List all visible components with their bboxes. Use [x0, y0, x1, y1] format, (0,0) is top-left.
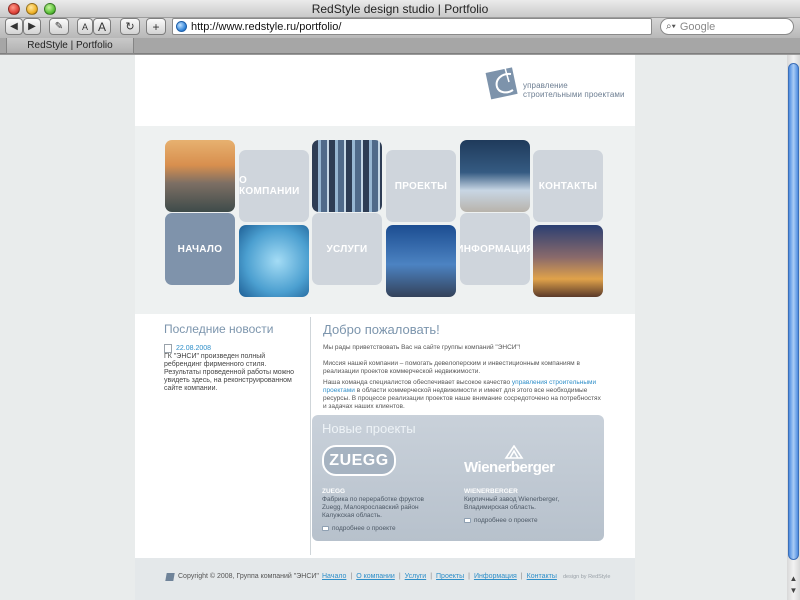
- zuegg-desc-line-2: Zuegg, Малоярославский район: [322, 504, 419, 511]
- address-bar[interactable]: http://www.redstyle.ru/portfolio/: [172, 18, 652, 35]
- scroll-up-icon[interactable]: ▲: [788, 573, 799, 584]
- footer-link-info[interactable]: Информация: [474, 573, 517, 580]
- new-projects-heading: Новые проекты: [322, 421, 416, 436]
- text-big-icon: A: [97, 19, 106, 34]
- nav-tile-services[interactable]: УСЛУГИ: [312, 213, 382, 285]
- wienerberger-desc-line-1: Кирпичный завод Wienerberger,: [464, 496, 560, 503]
- welcome-paragraph-2: Миссия нашей компании – помогать девелоп…: [323, 360, 580, 375]
- browser-toolbar: ◀ ▶ ✎ A A ↻ + http://www.redstyle.ru/por…: [0, 18, 800, 38]
- wienerberger-details-link[interactable]: подробнее о проекте: [464, 517, 538, 524]
- reload-icon: ↻: [125, 21, 135, 33]
- footer-link-projects[interactable]: Проекты: [436, 573, 464, 580]
- wienerberger-emblem-icon: [504, 445, 524, 459]
- tab-bar: RedStyle | Portfolio: [0, 38, 800, 54]
- zuegg-desc-line-3: Калужская область.: [322, 512, 382, 519]
- nav-tile-about[interactable]: О КОМПАНИИ: [239, 150, 309, 222]
- back-icon: ◀: [10, 21, 18, 32]
- nav-tile-projects[interactable]: ПРОЕКТЫ: [386, 150, 456, 222]
- forward-icon: ▶: [28, 21, 36, 32]
- project-desc-wienerberger: Кирпичный завод Wienerberger, Владимирск…: [464, 496, 559, 512]
- site-footer: Copyright © 2008, Группа компаний "ЭНСИ"…: [135, 558, 635, 600]
- news-heading: Последние новости: [164, 322, 274, 336]
- footer-logo-icon: [165, 573, 175, 581]
- column-divider: [310, 317, 311, 555]
- document-icon: [164, 344, 172, 353]
- photo-tile-sunset-city: [165, 140, 235, 212]
- arrow-link-icon: [464, 518, 471, 523]
- zuegg-desc-line-1: Фабрика по переработке фруктов: [322, 496, 425, 503]
- text-bigger-button[interactable]: A: [93, 18, 111, 35]
- search-placeholder: Google: [679, 20, 716, 33]
- footer-separator: |: [398, 573, 401, 580]
- zuegg-details-label: подробнее о проекте: [332, 525, 396, 532]
- search-field[interactable]: ⌕▾ Google: [660, 18, 794, 35]
- globe-icon: [176, 21, 187, 32]
- project-name-wienerberger[interactable]: WIENERBERGER: [464, 488, 518, 495]
- photo-tile-night-city: [533, 225, 603, 297]
- search-icon: ⌕▾: [666, 21, 676, 32]
- photo-tile-airplane: [460, 140, 530, 212]
- reload-button[interactable]: ↻: [120, 18, 140, 35]
- welcome-paragraph-3: Наша команда специалистов обеспечивает в…: [323, 379, 605, 411]
- footer-separator: |: [520, 573, 523, 580]
- design-credit[interactable]: design by RedStyle: [563, 574, 610, 580]
- nav-tile-home[interactable]: НАЧАЛО: [165, 213, 235, 285]
- nav-tile-grid: О КОМПАНИИ ПРОЕКТЫ КОНТАКТЫ НАЧАЛО УСЛУГ…: [135, 126, 635, 314]
- footer-link-about[interactable]: О компании: [356, 573, 395, 580]
- logo-line-2: строительными проектами: [523, 90, 625, 99]
- wienerberger-logo-text: Wienerberger: [464, 459, 555, 476]
- forward-button[interactable]: ▶: [23, 18, 41, 35]
- footer-separator: |: [430, 573, 433, 580]
- photo-tile-blueprint: [239, 225, 309, 297]
- footer-link-services[interactable]: Услуги: [405, 573, 427, 580]
- news-date[interactable]: 22.08.2008: [176, 345, 211, 352]
- scrollbar-thumb[interactable]: [788, 63, 799, 560]
- project-name-zuegg[interactable]: ZUEGG: [322, 488, 345, 495]
- window-titlebar: RedStyle design studio | Portfolio: [0, 0, 800, 18]
- footer-link-contacts[interactable]: Контакты: [527, 573, 557, 580]
- logo-line-1: управление: [523, 81, 568, 90]
- footer-link-home[interactable]: Начало: [322, 573, 346, 580]
- company-logo-icon[interactable]: [485, 65, 521, 101]
- welcome-heading: Добро пожаловать!: [323, 322, 440, 337]
- page-viewport: управление строительными проектами О КОМ…: [0, 55, 787, 600]
- wienerberger-details-label: подробнее о проекте: [474, 517, 538, 524]
- site-page: управление строительными проектами О КОМ…: [135, 55, 635, 600]
- wienerberger-desc-line-2: Владимирская область.: [464, 504, 536, 511]
- welcome-p3-before: Наша команда специалистов обеспечивает в…: [323, 379, 512, 386]
- welcome-p3-after: в области коммерческой недвижимости и им…: [323, 387, 601, 410]
- copyright-text: Copyright © 2008, Группа компаний "ЭНСИ": [178, 573, 319, 580]
- zuegg-details-link[interactable]: подробнее о проекте: [322, 525, 396, 532]
- project-desc-zuegg: Фабрика по переработке фруктов Zuegg, Ма…: [322, 496, 424, 520]
- zuegg-logo[interactable]: ZUEGG: [322, 445, 396, 476]
- url-text: http://www.redstyle.ru/portfolio/: [191, 20, 342, 33]
- news-text: ГК "ЭНСИ" произведен полный ребрендинг ф…: [164, 353, 295, 392]
- footer-separator: |: [350, 573, 353, 580]
- photo-tile-skyscrapers: [386, 225, 456, 297]
- welcome-paragraph-1: Мы рады приветствовать Вас на сайте груп…: [323, 344, 521, 351]
- pencil-icon: ✎: [54, 21, 64, 32]
- tab-portfolio[interactable]: RedStyle | Portfolio: [6, 38, 134, 54]
- photo-tile-glass-building: [312, 140, 382, 212]
- plus-icon: +: [152, 19, 160, 34]
- new-projects-panel: Новые проекты ZUEGG ZUEGG Фабрика по пер…: [312, 415, 604, 541]
- add-bookmark-button[interactable]: +: [146, 18, 166, 35]
- back-button[interactable]: ◀: [5, 18, 23, 35]
- wienerberger-logo[interactable]: Wienerberger: [464, 445, 574, 477]
- footer-separator: |: [468, 573, 470, 580]
- footer-nav: Начало | О компании | Услуги | Проекты |…: [322, 573, 557, 580]
- vertical-scrollbar[interactable]: ▲ ▼: [787, 55, 800, 600]
- window-title: RedStyle design studio | Portfolio: [311, 2, 489, 16]
- scroll-down-icon[interactable]: ▼: [788, 585, 799, 596]
- text-small-icon: A: [81, 21, 88, 32]
- nav-tile-info[interactable]: ИНФОРМАЦИЯ: [460, 213, 530, 285]
- arrow-link-icon: [322, 526, 329, 531]
- edit-bookmarks-button[interactable]: ✎: [49, 18, 69, 35]
- text-smaller-button[interactable]: A: [77, 18, 93, 35]
- logo-tagline: управление строительными проектами: [523, 81, 625, 99]
- nav-tile-contacts[interactable]: КОНТАКТЫ: [533, 150, 603, 222]
